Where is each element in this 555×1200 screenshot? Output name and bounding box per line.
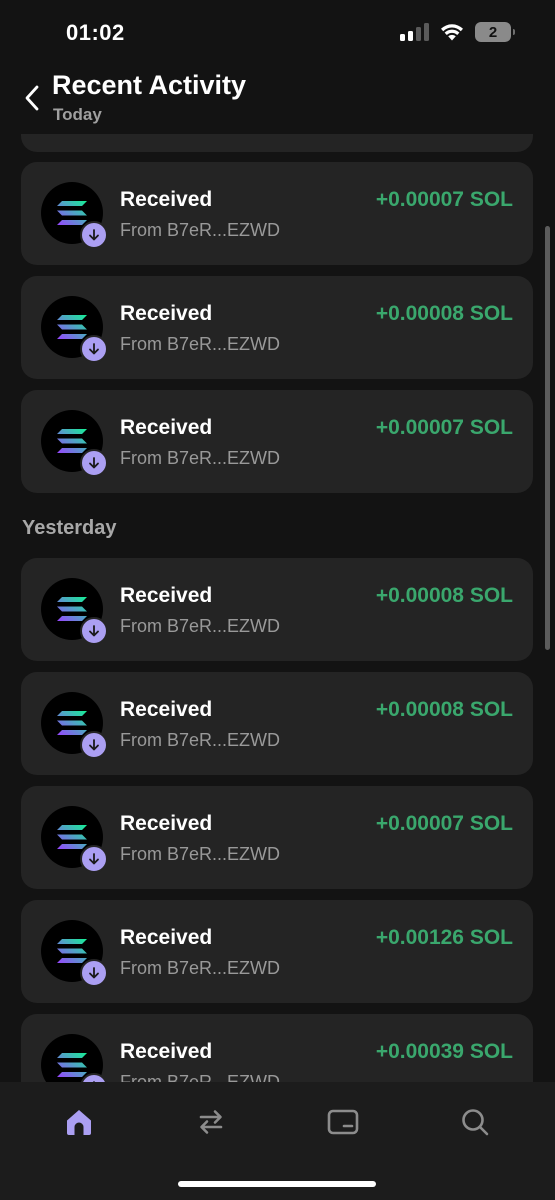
transaction-from: From B7eR...EZWD	[120, 958, 281, 978]
nav-search-button[interactable]	[453, 1100, 497, 1144]
nav-home-button[interactable]	[57, 1100, 101, 1144]
transaction-title: Received	[120, 812, 213, 835]
transaction-from: From B7eR...EZWD	[120, 730, 281, 750]
transaction-title: Received	[120, 926, 213, 949]
home-indicator	[178, 1181, 376, 1187]
transaction-title: Received	[120, 584, 213, 607]
page-title: Recent Activity	[52, 70, 247, 100]
transaction-amount: +0.00007 SOL	[375, 188, 513, 211]
arrow-down-icon	[80, 617, 108, 645]
transaction-amount: +0.00007 SOL	[375, 416, 513, 439]
status-time: 01:02	[66, 20, 125, 45]
transaction-title: Received	[120, 302, 213, 325]
transaction-from: From B7eR...EZWD	[120, 448, 281, 468]
page-subtitle: Today	[53, 105, 102, 124]
transaction-amount: +0.00126 SOL	[375, 926, 513, 949]
back-button[interactable]	[18, 82, 46, 114]
search-icon	[462, 1109, 489, 1136]
cellular-signal-icon	[400, 23, 429, 41]
transaction-amount: +0.00008 SOL	[375, 302, 513, 325]
transaction-card[interactable]: Received From B7eR...EZWD +0.00007 SOL	[21, 786, 533, 889]
transaction-card[interactable]: Received From B7eR...EZWD +0.00126 SOL	[21, 900, 533, 1003]
arrow-down-icon	[80, 959, 108, 987]
arrow-down-icon	[80, 221, 108, 249]
transaction-amount: +0.00008 SOL	[375, 698, 513, 721]
activity-list[interactable]: Received From B7eR...EZWD +0.00007 SOL R…	[0, 134, 555, 1082]
arrow-down-icon	[80, 449, 108, 477]
transaction-card[interactable]: Received From B7eR...EZWD +0.00007 SOL	[21, 390, 533, 493]
transaction-amount: +0.00008 SOL	[375, 584, 513, 607]
transaction-from: From B7eR...EZWD	[120, 220, 281, 240]
transaction-card[interactable]: Received From B7eR...EZWD +0.00008 SOL	[21, 276, 533, 379]
collectibles-icon	[327, 1109, 359, 1135]
nav-collectibles-button[interactable]	[321, 1100, 365, 1144]
swap-icon	[199, 1110, 223, 1134]
transaction-card-partial[interactable]	[21, 134, 533, 152]
transaction-card[interactable]: Received From B7eR...EZWD +0.00007 SOL	[21, 162, 533, 265]
chevron-left-icon	[25, 85, 39, 111]
transaction-from: From B7eR...EZWD	[120, 616, 281, 636]
transaction-from: From B7eR...EZWD	[120, 334, 281, 354]
transaction-from: From B7eR...EZWD	[120, 1072, 281, 1082]
header: Recent Activity Today	[0, 64, 555, 134]
nav-swap-button[interactable]	[189, 1100, 233, 1144]
section-label-yesterday: Yesterday	[22, 517, 117, 539]
transaction-title: Received	[120, 416, 213, 439]
transaction-amount: +0.00007 SOL	[375, 812, 513, 835]
status-icons: 2	[400, 22, 515, 42]
transaction-amount: +0.00039 SOL	[375, 1040, 513, 1063]
battery-level: 2	[488, 23, 498, 41]
transaction-card[interactable]: Received From B7eR...EZWD +0.00039 SOL	[21, 1014, 533, 1082]
home-icon	[67, 1110, 91, 1135]
transaction-from: From B7eR...EZWD	[120, 844, 281, 864]
scrollbar[interactable]	[545, 226, 550, 650]
transaction-card[interactable]: Received From B7eR...EZWD +0.00008 SOL	[21, 672, 533, 775]
screen: 01:02 2 Recent Activity Today Received F…	[0, 0, 555, 1200]
transaction-title: Received	[120, 1040, 213, 1063]
transaction-card[interactable]: Received From B7eR...EZWD +0.00008 SOL	[21, 558, 533, 661]
battery-icon: 2	[475, 22, 515, 42]
transaction-title: Received	[120, 188, 213, 211]
arrow-down-icon	[80, 731, 108, 759]
status-bar: 01:02 2	[0, 0, 555, 64]
transaction-title: Received	[120, 698, 213, 721]
wifi-icon	[441, 24, 463, 41]
arrow-down-icon	[80, 845, 108, 873]
arrow-down-icon	[80, 335, 108, 363]
